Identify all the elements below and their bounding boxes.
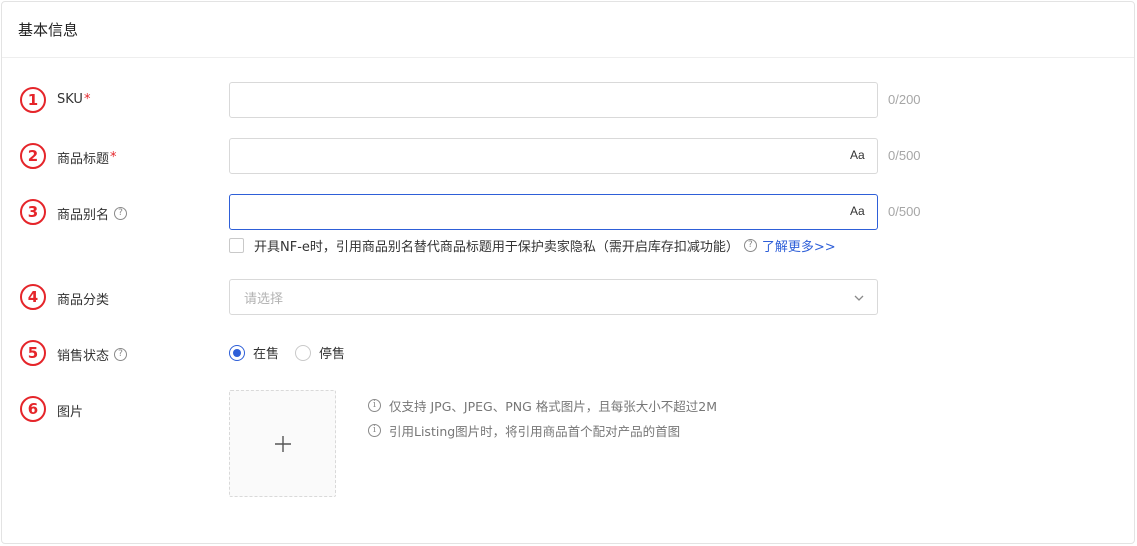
category-placeholder: 请选择 bbox=[244, 291, 284, 307]
radio-on-sale-label[interactable]: 在售 bbox=[253, 343, 279, 362]
step-badge-2: 2 bbox=[20, 143, 46, 169]
listing-image-hint: i 引用Listing图片时，将引用商品首个配对产品的首图 bbox=[368, 421, 680, 440]
radio-off-sale[interactable] bbox=[295, 344, 312, 361]
image-format-hint: i 仅支持 JPG、JPEG、PNG 格式图片，且每张大小不超过2M bbox=[368, 396, 717, 415]
help-icon[interactable]: ? bbox=[114, 348, 128, 361]
alias-input[interactable] bbox=[229, 194, 878, 230]
learn-more-link[interactable]: 了解更多>> bbox=[762, 236, 836, 255]
info-icon: i bbox=[368, 399, 381, 412]
sale-status-radio-group: 在售 停售 bbox=[229, 343, 361, 362]
listing-image-hint-text: 引用Listing图片时，将引用商品首个配对产品的首图 bbox=[389, 424, 681, 439]
sku-label: SKU * bbox=[57, 92, 90, 107]
plus-icon bbox=[274, 435, 291, 452]
image-format-hint-text: 仅支持 JPG、JPEG、PNG 格式图片，且每张大小不超过2M bbox=[389, 399, 717, 414]
step-badge-1: 1 bbox=[20, 87, 46, 113]
category-label: 商品分类 bbox=[57, 289, 109, 308]
sku-counter: 0/200 bbox=[888, 92, 921, 107]
sku-label-text: SKU bbox=[57, 92, 83, 107]
step-badge-6: 6 bbox=[20, 396, 46, 422]
title-input[interactable] bbox=[229, 138, 878, 174]
sale-status-label-text: 销售状态 bbox=[57, 349, 110, 364]
help-icon[interactable]: ? bbox=[743, 239, 757, 252]
step-badge-3: 3 bbox=[20, 199, 46, 225]
image-upload-button[interactable] bbox=[229, 390, 336, 497]
card-header: 基本信息 bbox=[2, 2, 1134, 58]
category-select[interactable]: 请选择 bbox=[229, 279, 878, 315]
required-mark: * bbox=[83, 92, 91, 107]
images-label-text: 图片 bbox=[57, 405, 84, 420]
images-label: 图片 bbox=[57, 401, 83, 420]
privacy-option: 开具NF-e时，引用商品别名替代商品标题用于保护卖家隐私（需开启库存扣减功能） … bbox=[229, 236, 836, 255]
title-case-toggle[interactable]: Aa bbox=[850, 148, 865, 162]
info-icon: i bbox=[368, 424, 381, 437]
radio-off-sale-label[interactable]: 停售 bbox=[319, 343, 345, 362]
alias-counter: 0/500 bbox=[888, 204, 921, 219]
sku-input[interactable] bbox=[229, 82, 878, 118]
radio-on-sale[interactable] bbox=[229, 344, 245, 361]
step-badge-4: 4 bbox=[20, 284, 46, 310]
help-icon[interactable]: ? bbox=[114, 207, 128, 220]
privacy-checkbox-label: 开具NF-e时，引用商品别名替代商品标题用于保护卖家隐私（需开启库存扣减功能） bbox=[254, 240, 739, 255]
alias-label-text: 商品别名 bbox=[57, 208, 110, 223]
required-mark: * bbox=[110, 150, 117, 165]
category-label-text: 商品分类 bbox=[57, 293, 110, 308]
chevron-down-icon bbox=[854, 295, 864, 301]
step-badge-5: 5 bbox=[20, 340, 46, 366]
title-label: 商品标题 * bbox=[57, 148, 117, 167]
sale-status-label: 销售状态? bbox=[57, 345, 128, 364]
section-title: 基本信息 bbox=[18, 21, 79, 39]
title-label-text: 商品标题 bbox=[57, 152, 110, 167]
title-counter: 0/500 bbox=[888, 148, 921, 163]
alias-case-toggle[interactable]: Aa bbox=[850, 204, 865, 218]
alias-label: 商品别名? bbox=[57, 204, 128, 223]
privacy-checkbox[interactable] bbox=[229, 238, 244, 253]
